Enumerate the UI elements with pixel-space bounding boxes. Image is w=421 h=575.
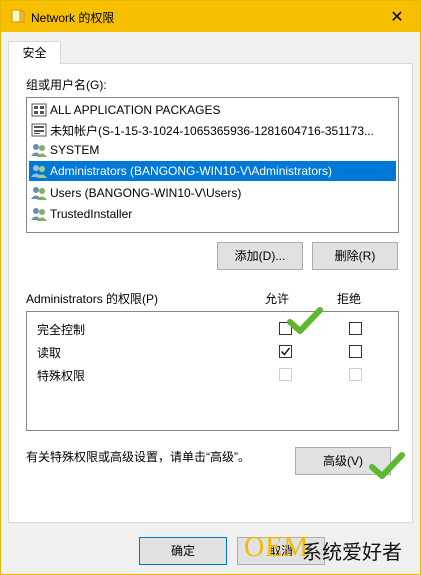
app-packages-icon <box>31 103 47 117</box>
users-group-icon <box>31 208 47 221</box>
permission-row-read: 读取 <box>37 341 387 363</box>
user-name: SYSTEM <box>50 143 100 157</box>
watermark-logo: OEM 系统爱好者 <box>220 532 420 566</box>
folder-icon <box>11 9 25 23</box>
deny-header: 拒绝 <box>337 292 362 306</box>
list-item[interactable]: Users (BANGONG-WIN10-V\Users) <box>29 183 396 203</box>
close-button[interactable]: ✕ <box>374 1 420 32</box>
add-button[interactable]: 添加(D)... <box>217 242 303 270</box>
user-name: ALL APPLICATION PACKAGES <box>50 103 221 117</box>
permission-name: 读取 <box>37 346 62 360</box>
list-item[interactable]: 未知帐户(S-1-15-3-1024-1065365936-1281604716… <box>29 120 396 140</box>
user-name: TrustedInstaller <box>50 207 133 221</box>
watermark-brand: OEM <box>244 532 310 563</box>
users-group-icon <box>31 187 47 200</box>
users-group-icon <box>31 165 47 178</box>
permissions-list: 完全控制 读取 特殊权限 <box>26 311 399 431</box>
users-listbox[interactable]: ALL APPLICATION PACKAGES 未知帐户(S-1-15-3-1… <box>26 97 399 233</box>
permissions-dialog: Network 的权限 ✕ 安全 组或用户名(G): ALL APPLICATI… <box>0 0 421 575</box>
title-bar[interactable]: Network 的权限 ✕ <box>1 1 420 32</box>
list-item[interactable]: TrustedInstaller <box>29 204 396 224</box>
permission-row-full-control: 完全控制 <box>37 318 387 340</box>
allow-checkbox-checked[interactable] <box>279 345 292 358</box>
list-item[interactable]: SYSTEM <box>29 140 396 160</box>
advanced-hint: 有关特殊权限或高级设置，请单击“高级”。 <box>26 450 250 464</box>
user-name: 未知帐户(S-1-15-3-1024-1065365936-1281604716… <box>50 123 374 138</box>
permission-name: 特殊权限 <box>37 369 86 383</box>
users-group-icon <box>31 144 47 157</box>
watermark-text: 系统爱好者 <box>302 542 402 564</box>
user-name: Administrators (BANGONG-WIN10-V\Administ… <box>50 164 333 178</box>
deny-checkbox[interactable] <box>349 345 362 358</box>
window-title: Network 的权限 <box>31 11 115 25</box>
permissions-label: Administrators 的权限(P) <box>26 292 159 306</box>
ok-button[interactable]: 确定 <box>139 537 227 565</box>
tab-security[interactable]: 安全 <box>8 41 61 64</box>
permission-name: 完全控制 <box>37 323 86 337</box>
green-check-annotation-icon <box>369 452 405 479</box>
remove-button[interactable]: 删除(R) <box>312 242 398 270</box>
deny-checkbox-disabled <box>349 368 362 381</box>
allow-header: 允许 <box>265 292 290 306</box>
list-item-selected[interactable]: Administrators (BANGONG-WIN10-V\Administ… <box>29 161 396 181</box>
users-label: 组或用户名(G): <box>26 78 107 92</box>
allow-checkbox-disabled <box>279 368 292 381</box>
user-name: Users (BANGONG-WIN10-V\Users) <box>50 186 242 200</box>
checkmark-icon <box>281 347 291 356</box>
list-item[interactable]: ALL APPLICATION PACKAGES <box>29 100 396 120</box>
security-panel: 组或用户名(G): ALL APPLICATION PACKAGES 未知帐户(… <box>8 63 413 523</box>
deny-checkbox[interactable] <box>349 322 362 335</box>
permission-row-special: 特殊权限 <box>37 364 387 386</box>
unknown-account-icon <box>31 123 47 137</box>
green-check-annotation-icon <box>287 307 323 334</box>
